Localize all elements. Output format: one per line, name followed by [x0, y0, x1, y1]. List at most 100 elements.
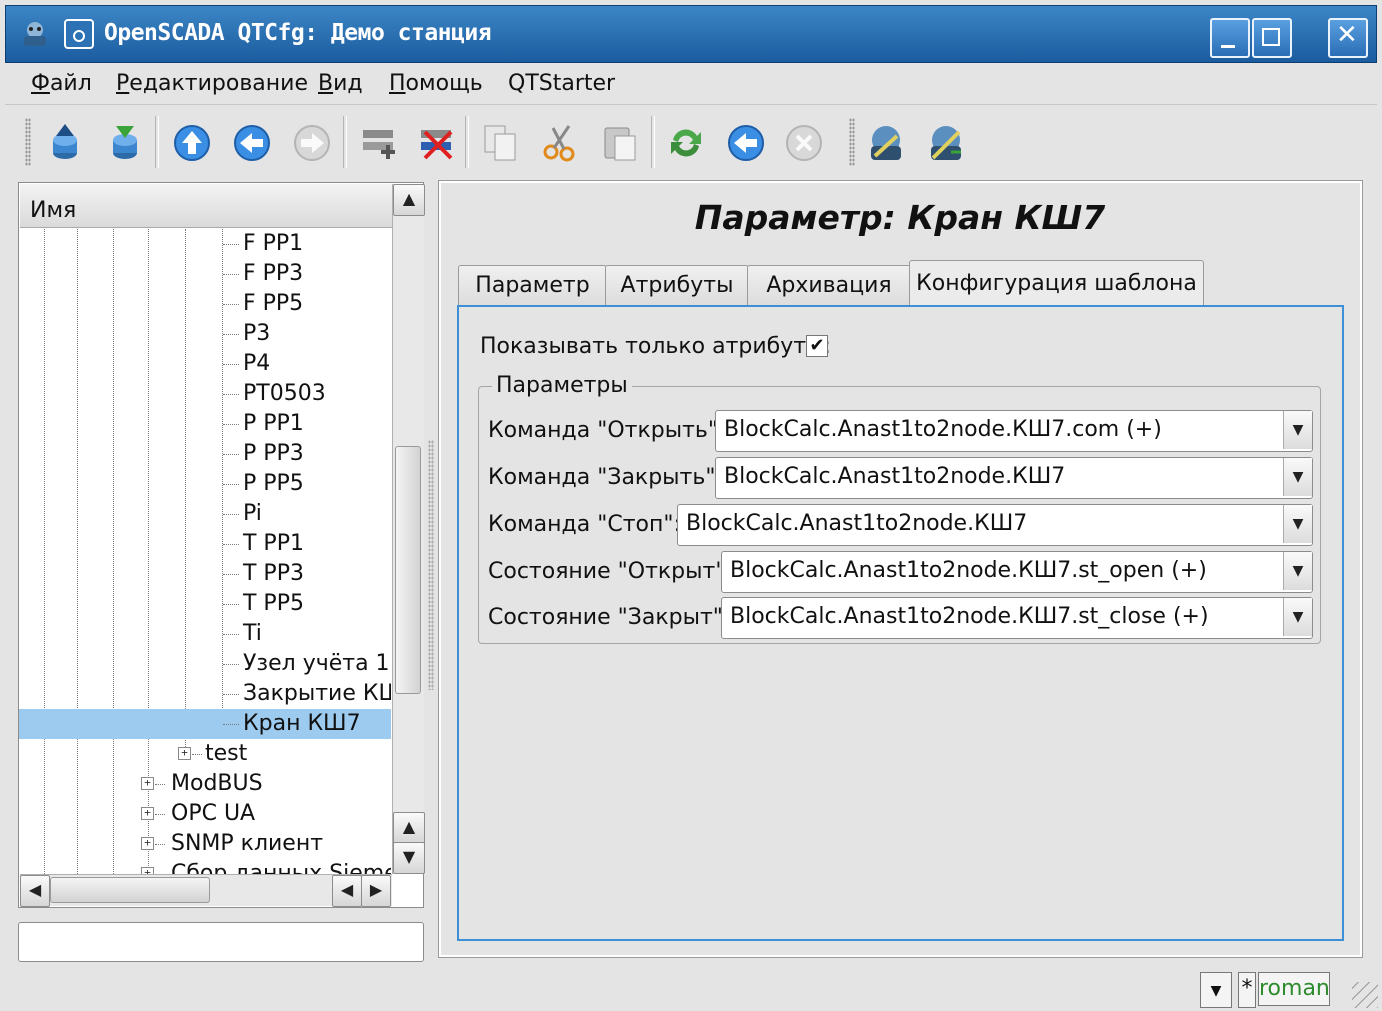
close-button[interactable]: ✕	[1328, 18, 1368, 58]
stop-icon[interactable]	[783, 122, 825, 164]
menu-bar: Файл Редактирование Вид Помощь QTStarter	[5, 63, 1377, 105]
toolbar-grip[interactable]	[25, 118, 31, 166]
minimize-button[interactable]	[1210, 18, 1250, 58]
tree-item[interactable]: P PP5	[19, 469, 391, 499]
scroll-up-button[interactable]: ▲	[393, 184, 425, 216]
toolbar	[5, 106, 1377, 178]
modified-indicator: *	[1238, 972, 1256, 1008]
param-value: BlockCalc.Anast1to2node.КШ7	[724, 464, 1066, 489]
tab-archiving[interactable]: Архивация	[747, 265, 911, 306]
navigation-tree: Имя F PP1 F PP3 F PP5 P3 P4 PT0503 P PP1…	[18, 182, 425, 908]
show-only-attributes-label: Показывать только атрибуты:	[480, 334, 831, 359]
maximize-button[interactable]	[1252, 18, 1292, 58]
db-save-icon[interactable]	[104, 122, 146, 164]
param-combo[interactable]: BlockCalc.Anast1to2node.КШ7 ▼	[715, 457, 1313, 499]
chevron-down-icon: ▼	[1210, 983, 1222, 999]
tree-item[interactable]: P4	[19, 349, 391, 379]
chevron-down-icon[interactable]: ▼	[1283, 598, 1312, 636]
app-icon	[24, 22, 46, 46]
param-combo[interactable]: BlockCalc.Anast1to2node.КШ7.com (+) ▼	[715, 410, 1313, 452]
tree-item[interactable]: Ti	[19, 619, 391, 649]
current-user[interactable]: roman	[1258, 972, 1330, 1006]
back-icon[interactable]	[231, 122, 273, 164]
menu-edit[interactable]: Редактирование	[116, 71, 308, 96]
param-combo[interactable]: BlockCalc.Anast1to2node.КШ7.st_open (+) …	[721, 551, 1313, 593]
toolbar-grip-2[interactable]	[849, 118, 855, 166]
tree-item[interactable]: + SNMP клиент	[19, 829, 391, 859]
chevron-down-icon[interactable]: ▼	[1283, 505, 1312, 543]
scroll-down-button[interactable]: ▼	[393, 842, 425, 874]
expand-icon[interactable]: +	[141, 837, 154, 850]
scroll-right-button[interactable]: ▶	[361, 875, 391, 907]
tree-item[interactable]: + ModBUS	[19, 769, 391, 799]
menu-file[interactable]: Файл	[31, 71, 92, 96]
expand-icon[interactable]: +	[178, 747, 191, 760]
param-label: Состояние "Открыт":	[488, 559, 733, 584]
param-label: Команда "Закрыть":	[488, 465, 723, 490]
tree-item[interactable]: + Сбор данных Siemens	[19, 859, 391, 874]
menu-help[interactable]: Помощь	[389, 71, 483, 96]
status-message-field[interactable]	[18, 922, 424, 962]
window-title-bar[interactable]: OpenSCADA QTCfg: Демо станция ✕	[5, 5, 1377, 63]
tree-item[interactable]: + test	[19, 739, 391, 769]
tree-item[interactable]: F PP5	[19, 289, 391, 319]
chevron-down-icon[interactable]: ▼	[1283, 552, 1312, 590]
expand-icon[interactable]: +	[141, 777, 154, 790]
up-icon[interactable]	[171, 122, 213, 164]
tree-item[interactable]: PT0503	[19, 379, 391, 409]
chevron-down-icon[interactable]: ▼	[1283, 411, 1312, 449]
tree-body: F PP1 F PP3 F PP5 P3 P4 PT0503 P PP1 P P…	[19, 229, 391, 874]
item-delete-icon[interactable]	[417, 122, 459, 164]
paste-icon[interactable]	[599, 122, 641, 164]
tree-item[interactable]: T PP5	[19, 589, 391, 619]
station-edit-icon[interactable]	[925, 122, 967, 164]
tree-vertical-scrollbar[interactable]: ▲ ▲ ▼	[392, 184, 425, 874]
tab-parameter[interactable]: Параметр	[458, 265, 607, 306]
forward-icon[interactable]	[291, 122, 333, 164]
tree-item[interactable]: F PP3	[19, 259, 391, 289]
tree-item[interactable]: P PP3	[19, 439, 391, 469]
expand-icon[interactable]: +	[141, 807, 154, 820]
menu-qtstarter[interactable]: QTStarter	[508, 71, 615, 96]
tree-item[interactable]: Pi	[19, 499, 391, 529]
scroll-thumb-horizontal[interactable]	[50, 877, 210, 903]
tab-template-config[interactable]: Конфигурация шаблона	[909, 260, 1204, 307]
expand-icon[interactable]: +	[141, 867, 154, 874]
refresh-icon[interactable]	[665, 122, 707, 164]
menu-view[interactable]: Вид	[318, 71, 363, 96]
cut-icon[interactable]	[539, 122, 581, 164]
tree-item[interactable]: F PP1	[19, 229, 391, 259]
scroll-left-button-2[interactable]: ◀	[332, 875, 362, 907]
tree-item-selected[interactable]: Кран КШ7	[19, 709, 391, 739]
scroll-thumb[interactable]	[395, 446, 421, 694]
tree-item[interactable]: P3	[19, 319, 391, 349]
tree-horizontal-scrollbar[interactable]: ◀ ◀ ▶	[20, 874, 392, 907]
scroll-up-button-2[interactable]: ▲	[393, 812, 425, 844]
tree-item[interactable]: + OPC UA	[19, 799, 391, 829]
param-value: BlockCalc.Anast1to2node.КШ7.st_open (+)	[730, 558, 1207, 583]
tab-attributes[interactable]: Атрибуты	[605, 265, 749, 306]
show-only-attributes-checkbox[interactable]: ✔	[806, 335, 828, 357]
param-combo[interactable]: BlockCalc.Anast1to2node.КШ7.st_close (+)…	[721, 597, 1313, 639]
window-menu-button[interactable]	[64, 19, 94, 49]
tree-item[interactable]: Закрытие КШ6	[19, 679, 391, 709]
window-resize-grip[interactable]	[1352, 982, 1378, 1008]
item-add-icon[interactable]	[359, 122, 401, 164]
param-value: BlockCalc.Anast1to2node.КШ7.com (+)	[724, 417, 1162, 442]
scroll-left-button[interactable]: ◀	[20, 875, 50, 907]
db-load-icon[interactable]	[44, 122, 86, 164]
splitter-handle[interactable]	[428, 440, 434, 690]
station-icon[interactable]	[865, 122, 907, 164]
param-combo[interactable]: BlockCalc.Anast1to2node.КШ7 ▼	[677, 504, 1313, 546]
start-icon[interactable]	[725, 122, 767, 164]
status-dropdown-button[interactable]: ▼	[1200, 972, 1232, 1008]
chevron-down-icon[interactable]: ▼	[1283, 458, 1312, 496]
tree-item[interactable]: Узел учёта 1	[19, 649, 391, 679]
param-label: Состояние "Закрыт":	[488, 605, 731, 630]
tree-item[interactable]: P PP1	[19, 409, 391, 439]
tree-item[interactable]: T PP1	[19, 529, 391, 559]
tree-item[interactable]: T PP3	[19, 559, 391, 589]
page-title: Параметр: Кран КШ7	[694, 198, 1106, 237]
tree-column-header[interactable]: Имя	[20, 184, 392, 228]
copy-icon[interactable]	[479, 122, 521, 164]
